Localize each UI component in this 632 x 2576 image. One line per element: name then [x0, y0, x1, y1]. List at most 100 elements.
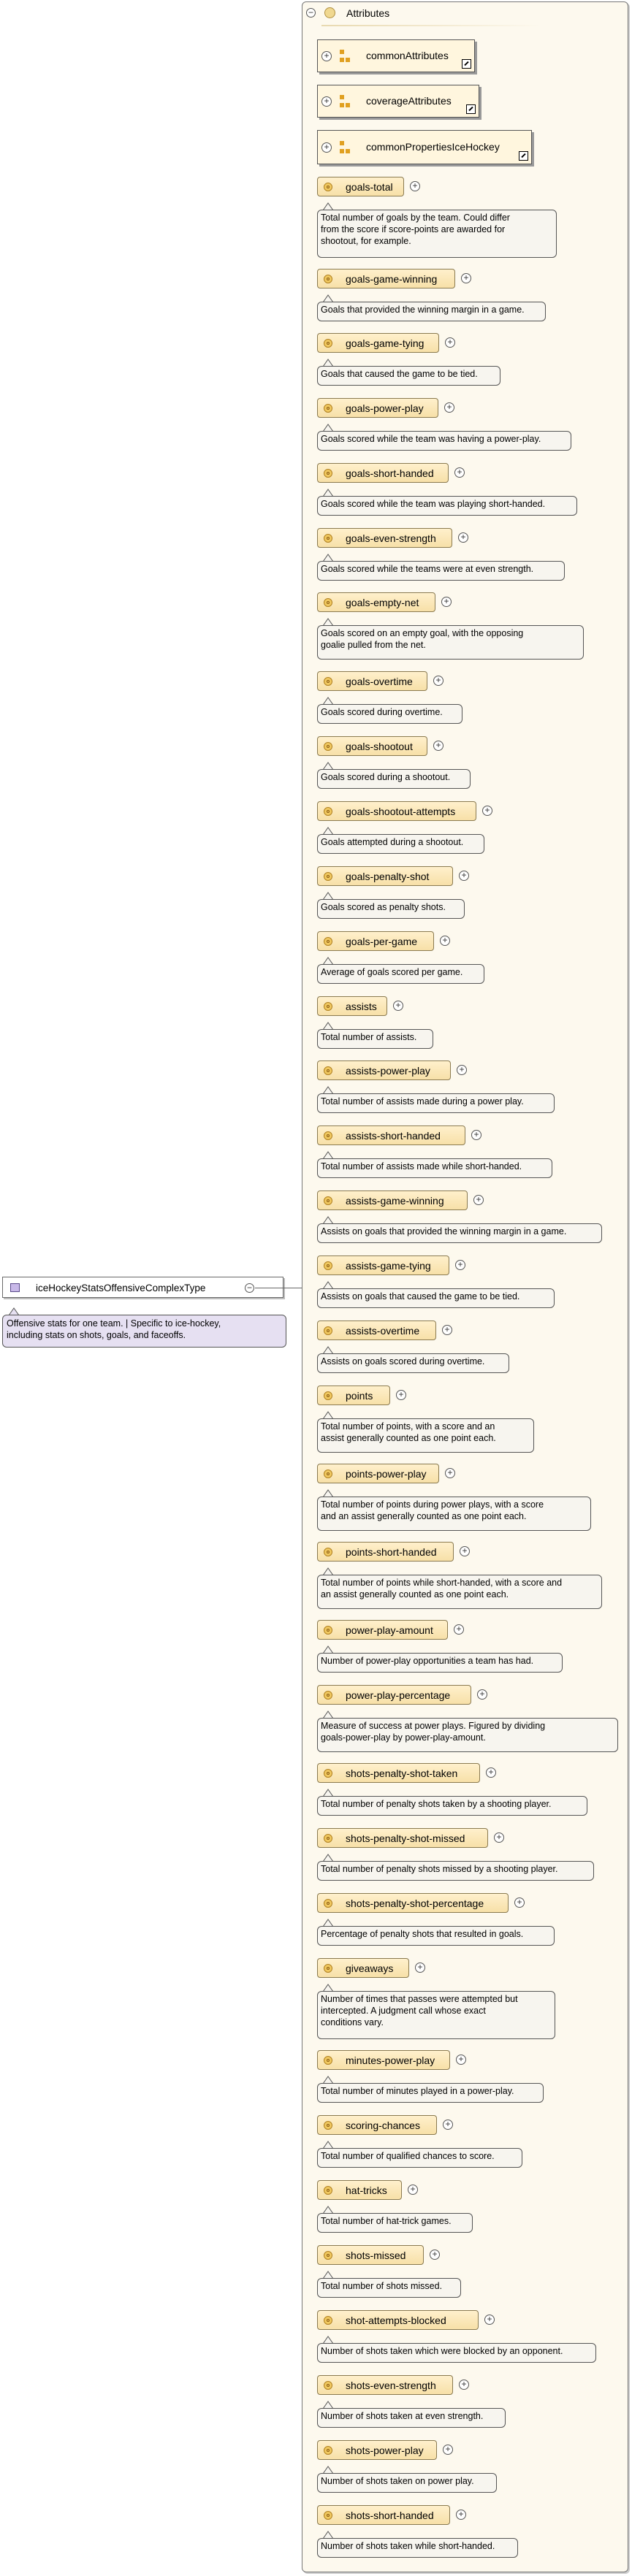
attribute-points-short-handed[interactable]: points-short-handed: [317, 1542, 454, 1562]
complex-type-box[interactable]: iceHockeyStatsOffensiveComplexType: [2, 1277, 283, 1298]
expand-icon[interactable]: +: [459, 871, 469, 881]
expand-icon[interactable]: +: [443, 2445, 453, 2455]
attribute-giveaways[interactable]: giveaways: [317, 1958, 409, 1978]
expand-icon[interactable]: +: [514, 1897, 525, 1908]
attribute-assists-power-play[interactable]: assists-power-play: [317, 1060, 451, 1080]
attribute-power-play-percentage[interactable]: power-play-percentage: [317, 1685, 471, 1705]
attribute-documentation: Number of times that passes were attempt…: [317, 1991, 555, 2039]
attributes-collapse-icon[interactable]: −: [306, 8, 316, 18]
group-ref-common-properties-ice-hockey[interactable]: + commonPropertiesIceHockey: [317, 130, 532, 164]
attribute-icon: [324, 2121, 332, 2130]
attribute-documentation: Total number of shots missed.: [317, 2278, 461, 2298]
attribute-assists-overtime[interactable]: assists-overtime: [317, 1321, 436, 1340]
attribute-power-play-amount[interactable]: power-play-amount: [317, 1620, 448, 1640]
expand-icon[interactable]: +: [456, 2055, 466, 2065]
attribute-name: goals-overtime: [346, 676, 413, 687]
expand-icon[interactable]: +: [441, 597, 452, 607]
group-ref-common-attributes[interactable]: + commonAttributes: [317, 39, 475, 72]
attribute-shots-missed[interactable]: shots-missed: [317, 2245, 424, 2265]
expand-icon[interactable]: +: [461, 273, 471, 283]
attribute-goals-total[interactable]: goals-total: [317, 177, 404, 196]
attribute-documentation: Number of shots taken at even strength.: [317, 2408, 506, 2428]
attribute-name: goals-short-handed: [346, 467, 434, 479]
expand-icon[interactable]: +: [393, 1001, 403, 1011]
attribute-shots-power-play[interactable]: shots-power-play: [317, 2440, 437, 2460]
attribute-goals-shootout-attempts[interactable]: goals-shootout-attempts: [317, 801, 476, 821]
attribute-goals-game-tying[interactable]: goals-game-tying: [317, 333, 439, 353]
attribute-points-power-play[interactable]: points-power-play: [317, 1464, 439, 1483]
attribute-documentation: Total number of minutes played in a powe…: [317, 2083, 544, 2103]
complex-type-collapse-icon[interactable]: −: [245, 1283, 254, 1293]
expand-icon[interactable]: +: [442, 1325, 452, 1335]
expand-icon[interactable]: +: [444, 402, 454, 413]
expand-icon[interactable]: +: [459, 2380, 469, 2390]
attribute-points[interactable]: points: [317, 1386, 390, 1405]
attribute-name: goals-shootout: [346, 741, 413, 752]
expand-icon[interactable]: +: [415, 1962, 425, 1973]
attribute-shots-penalty-shot-missed[interactable]: shots-penalty-shot-missed: [317, 1828, 488, 1848]
expand-icon[interactable]: +: [482, 806, 492, 816]
group-ref-coverage-attributes[interactable]: + coverageAttributes: [317, 85, 479, 118]
attribute-shots-penalty-shot-percentage[interactable]: shots-penalty-shot-percentage: [317, 1893, 509, 1913]
expand-icon[interactable]: +: [494, 1832, 504, 1843]
attribute-icon: [324, 1691, 332, 1700]
attribute-shots-even-strength[interactable]: shots-even-strength: [317, 2375, 453, 2395]
attribute-icon: [324, 2446, 332, 2455]
attribute-icon: [324, 1548, 332, 1556]
expand-icon[interactable]: +: [454, 467, 465, 478]
attribute-shots-penalty-shot-taken[interactable]: shots-penalty-shot-taken: [317, 1763, 480, 1783]
attribute-goals-overtime[interactable]: goals-overtime: [317, 671, 427, 691]
expand-icon[interactable]: +: [484, 2315, 495, 2325]
attribute-hat-tricks[interactable]: hat-tricks: [317, 2180, 402, 2200]
attribute-assists-game-tying[interactable]: assists-game-tying: [317, 1255, 449, 1275]
attribute-assists[interactable]: assists: [317, 996, 387, 1016]
attribute-shots-short-handed[interactable]: shots-short-handed: [317, 2505, 450, 2525]
expand-icon[interactable]: +: [486, 1767, 496, 1778]
expand-icon[interactable]: +: [440, 936, 450, 946]
attribute-goals-per-game[interactable]: goals-per-game: [317, 931, 434, 951]
attribute-goals-game-winning[interactable]: goals-game-winning: [317, 269, 455, 288]
attribute-icon: [324, 7, 335, 18]
expand-icon[interactable]: +: [321, 96, 332, 107]
attribute-icon: [324, 872, 332, 881]
attribute-icon: [324, 1964, 332, 1973]
attribute-minutes-power-play[interactable]: minutes-power-play: [317, 2050, 450, 2070]
expand-icon[interactable]: +: [433, 741, 443, 751]
attribute-assists-short-handed[interactable]: assists-short-handed: [317, 1125, 465, 1145]
attributes-title: Attributes: [346, 7, 390, 19]
expand-icon[interactable]: +: [410, 181, 420, 191]
expand-icon[interactable]: +: [396, 1390, 406, 1400]
expand-icon[interactable]: +: [454, 1624, 464, 1635]
expand-icon[interactable]: +: [430, 2250, 440, 2260]
expand-icon[interactable]: +: [456, 2510, 466, 2520]
attribute-goals-shootout[interactable]: goals-shootout: [317, 736, 427, 756]
attribute-shot-attempts-blocked[interactable]: shot-attempts-blocked: [317, 2310, 479, 2330]
attribute-goals-power-play[interactable]: goals-power-play: [317, 398, 438, 418]
expand-icon[interactable]: +: [457, 1065, 467, 1075]
attribute-name: giveaways: [346, 1962, 394, 1974]
expand-icon[interactable]: +: [408, 2185, 418, 2195]
attribute-name: shots-even-strength: [346, 2380, 436, 2391]
expand-icon[interactable]: +: [445, 1468, 455, 1478]
attribute-scoring-chances[interactable]: scoring-chances: [317, 2115, 437, 2135]
expand-icon[interactable]: +: [460, 1546, 470, 1556]
attribute-goals-short-handed[interactable]: goals-short-handed: [317, 463, 449, 483]
attribute-assists-game-winning[interactable]: assists-game-winning: [317, 1190, 468, 1210]
attribute-icon: [324, 2186, 332, 2195]
expand-icon[interactable]: +: [433, 676, 443, 686]
attribute-goals-penalty-shot[interactable]: goals-penalty-shot: [317, 866, 453, 886]
expand-icon[interactable]: +: [477, 1689, 487, 1700]
expand-icon[interactable]: +: [443, 2120, 453, 2130]
expand-icon[interactable]: +: [321, 142, 332, 153]
expand-icon[interactable]: +: [458, 532, 468, 543]
expand-icon[interactable]: +: [473, 1195, 484, 1205]
expand-icon[interactable]: +: [455, 1260, 465, 1270]
attribute-goals-empty-net[interactable]: goals-empty-net: [317, 592, 435, 612]
attribute-name: assists-game-winning: [346, 1195, 444, 1207]
expand-icon[interactable]: +: [445, 337, 455, 348]
attribute-goals-even-strength[interactable]: goals-even-strength: [317, 528, 452, 548]
expand-icon[interactable]: +: [321, 50, 332, 61]
attribute-icon: [324, 183, 332, 191]
expand-icon[interactable]: +: [471, 1130, 481, 1140]
attribute-icon: [324, 1326, 332, 1335]
